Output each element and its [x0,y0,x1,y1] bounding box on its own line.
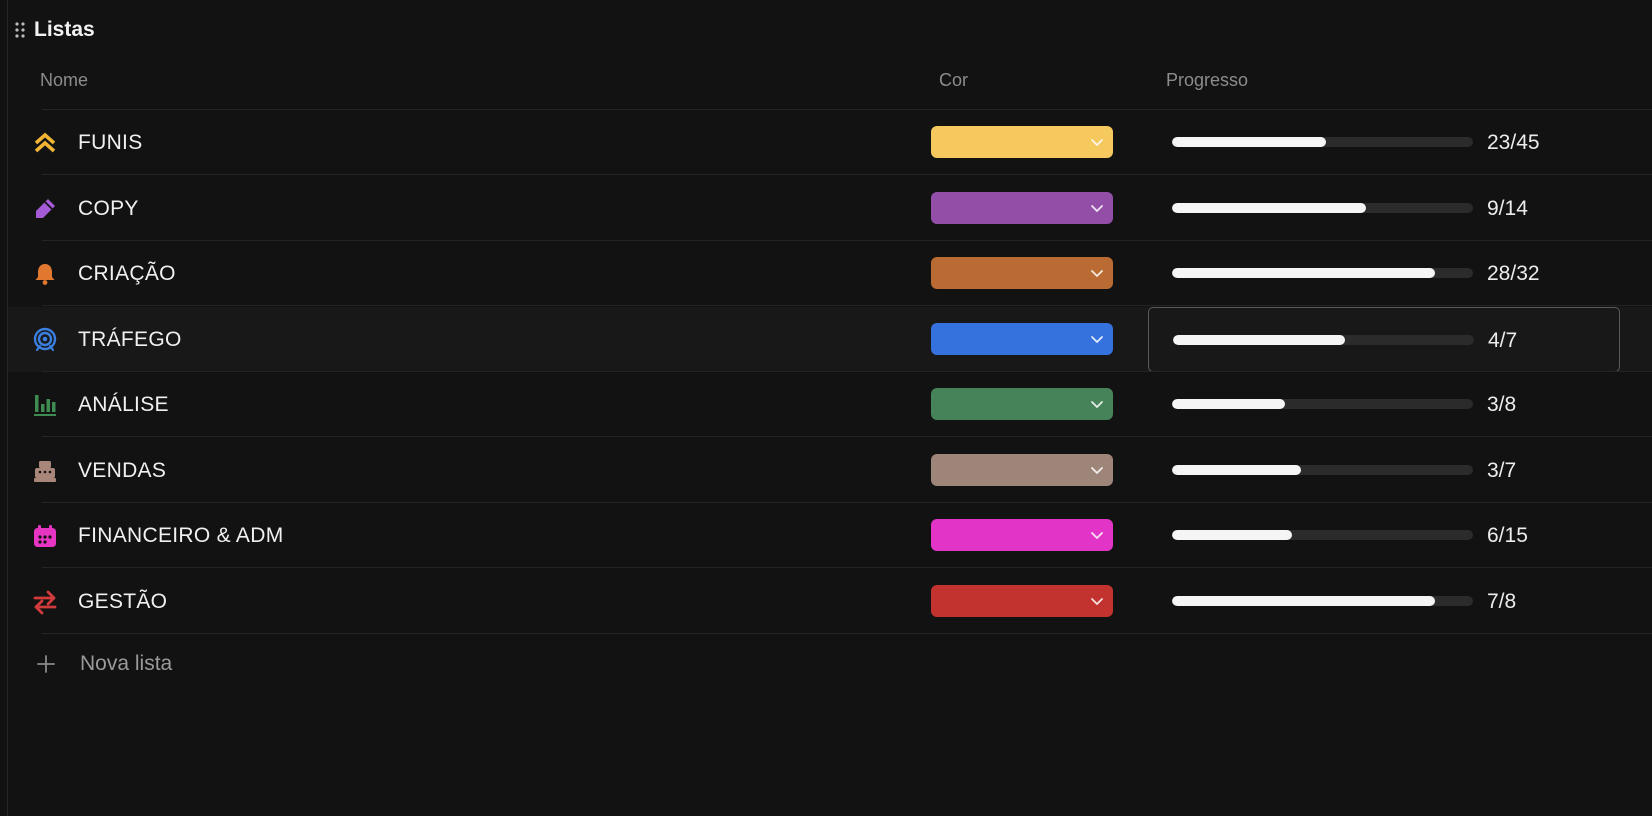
chevron-down-icon [1091,401,1103,408]
progress-count: 9/14 [1487,196,1528,220]
table-row[interactable]: FUNIS 23/45 [8,110,1652,175]
table-row[interactable]: TRÁFEGO 4/7 [8,306,1652,372]
progress-bar [1172,595,1473,606]
cash-register-icon[interactable] [32,458,58,484]
plus-icon [37,655,55,673]
table-row[interactable]: GESTÃO 7/8 [8,569,1652,634]
progress-bar [1172,530,1473,540]
column-header-name[interactable]: Nome [40,70,88,91]
progress-cell[interactable]: 3/8 [1148,372,1620,437]
bell-icon[interactable] [32,261,58,287]
table-row[interactable]: ANÁLISE 3/8 [8,372,1652,437]
progress-fill [1172,530,1293,540]
table-row[interactable]: VENDAS 3/7 [8,438,1652,503]
column-header-progress[interactable]: Progresso [1166,70,1248,91]
color-select[interactable] [931,584,1113,617]
arrows-swap-icon[interactable] [32,589,58,615]
chevron-down-icon [1091,139,1103,146]
progress-bar [1172,202,1473,213]
color-select[interactable] [931,388,1113,420]
table-row[interactable]: FINANCEIRO & ADM 6/15 [8,503,1652,568]
row-name[interactable]: ANÁLISE [78,372,169,437]
drag-handle-icon[interactable] [14,21,26,39]
progress-fill [1172,595,1436,606]
progress-bar [1172,464,1473,475]
progress-count: 28/32 [1487,262,1540,285]
bar-chart-icon[interactable] [32,392,58,418]
color-select[interactable] [931,453,1113,486]
progress-fill [1173,334,1345,345]
row-divider [42,632,1652,634]
row-name[interactable]: GESTÃO [78,569,167,634]
column-header-color[interactable]: Cor [939,70,968,91]
chevron-down-icon [1091,335,1103,343]
new-list-button[interactable]: Nova lista [34,636,172,692]
color-select[interactable] [931,126,1113,158]
row-name[interactable]: VENDAS [78,438,166,503]
progress-count: 3/7 [1487,458,1517,482]
page-title: Listas [34,18,95,41]
progress-bar [1172,399,1473,409]
table-row[interactable]: CRIAÇÃO 28/32 [8,241,1652,306]
progress-fill [1172,137,1326,147]
row-name[interactable]: COPY [78,176,139,241]
chevron-down-icon [1091,466,1103,474]
progress-cell[interactable]: 28/32 [1148,241,1620,306]
progress-count: 23/45 [1487,131,1540,154]
row-name[interactable]: FINANCEIRO & ADM [78,503,284,568]
new-list-label: Nova lista [80,652,173,675]
progress-cell[interactable]: 6/15 [1148,503,1620,568]
table-row[interactable]: COPY 9/14 [8,176,1652,241]
section-header: Listas [14,14,95,46]
color-select[interactable] [931,257,1113,289]
progress-bar [1172,137,1473,147]
chevron-down-icon [1091,204,1103,212]
progress-cell[interactable]: 3/7 [1148,438,1620,503]
calendar-icon[interactable] [32,523,58,549]
chevron-down-icon [1091,532,1103,539]
progress-fill [1172,464,1302,475]
progress-bar [1173,334,1474,345]
progress-cell[interactable]: 9/14 [1148,176,1620,241]
pencil-icon[interactable] [32,196,58,222]
row-name[interactable]: CRIAÇÃO [78,241,176,306]
progress-count: 3/8 [1487,393,1517,416]
target-icon[interactable] [32,327,58,353]
color-select[interactable] [931,191,1113,224]
progress-fill [1172,202,1366,213]
color-select[interactable] [931,519,1113,551]
progress-count: 4/7 [1488,328,1518,352]
progress-fill [1172,399,1285,409]
chevron-down-icon [1091,597,1103,605]
color-select[interactable] [931,322,1113,355]
chevron-down-icon [1091,270,1103,277]
row-name[interactable]: TRÁFEGO [78,307,182,372]
progress-cell[interactable]: 23/45 [1148,110,1620,175]
chevrons-up-icon[interactable] [32,130,58,156]
row-name[interactable]: FUNIS [78,110,143,175]
progress-cell[interactable]: 7/8 [1148,569,1620,634]
progress-bar [1172,268,1473,278]
progress-fill [1172,268,1436,278]
progress-count: 7/8 [1487,589,1517,613]
progress-cell[interactable]: 4/7 [1148,306,1620,372]
progress-count: 6/15 [1487,524,1528,547]
